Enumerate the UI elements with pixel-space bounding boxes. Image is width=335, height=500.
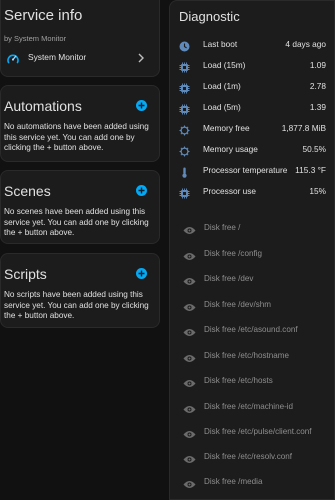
sensor-row-memory-usage[interactable]: Memory usage 50.5%: [170, 140, 334, 160]
add-scene-button[interactable]: [136, 185, 147, 196]
scripts-title: Scripts: [4, 266, 47, 282]
cpu-icon: [179, 102, 190, 115]
sensor-name: Processor use: [203, 186, 257, 196]
sensor-row-load-15m[interactable]: Load (15m) 1.09: [170, 56, 334, 76]
disabled-entity-row[interactable]: Disk free /config: [170, 244, 334, 264]
memory-icon: [179, 144, 190, 157]
sensor-name: Load (1m): [203, 81, 241, 91]
thermometer-icon: [179, 165, 190, 178]
diagnostic-card: Diagnostic Last boot 4 days ago Load (15…: [169, 0, 335, 500]
eye-icon: [183, 401, 196, 419]
eye-icon: [183, 222, 196, 240]
eye-icon: [183, 350, 196, 368]
disabled-entity-name: Disk free /dev/shm: [204, 300, 272, 309]
disabled-entity-row[interactable]: Disk free /etc/hosts: [170, 371, 334, 391]
eye-icon: [183, 273, 196, 291]
clock-icon: [179, 39, 190, 52]
sensor-name: Memory usage: [203, 144, 258, 154]
disabled-entity-row[interactable]: Disk free /dev/shm: [170, 295, 334, 315]
disabled-entity-row[interactable]: Disk free /etc/pulse/client.conf: [170, 422, 334, 442]
disabled-entity-row[interactable]: Disk free /etc/machine-id: [170, 397, 334, 417]
system-monitor-logo-icon: [6, 52, 20, 71]
sensor-name: Load (15m): [203, 60, 246, 70]
disabled-entity-name: Disk free /etc/hostname: [204, 351, 290, 360]
disabled-entity-row[interactable]: Disk free /etc/resolv.conf: [170, 447, 334, 467]
system-monitor-link-label: System Monitor: [28, 52, 87, 62]
sensor-value: 1,877.8 MiB: [281, 123, 326, 133]
disabled-entity-name: Disk free /etc/asound.conf: [204, 325, 298, 334]
diagnostic-title: Diagnostic: [179, 9, 240, 24]
sensor-name: Memory free: [203, 123, 250, 133]
sensor-value: 15%: [309, 186, 326, 196]
scenes-title: Scenes: [4, 183, 51, 199]
disabled-entity-name: Disk free /etc/machine-id: [204, 402, 294, 411]
system-monitor-link[interactable]: System Monitor: [1, 49, 159, 71]
sensor-row-memory-free[interactable]: Memory free 1,877.8 MiB: [170, 119, 334, 139]
sensor-value: 1.09: [309, 60, 326, 70]
eye-icon: [183, 426, 196, 444]
cpu-icon: [179, 186, 190, 199]
sensor-row-load-5m[interactable]: Load (5m) 1.39: [170, 98, 334, 118]
automations-empty-text: No automations have been added using thi…: [4, 122, 149, 153]
disabled-entity-name: Disk free /config: [204, 249, 263, 258]
eye-icon: [183, 476, 196, 494]
cpu-icon: [179, 81, 190, 94]
disabled-entity-row[interactable]: Disk free /etc/hostname: [170, 346, 334, 366]
disabled-entity-row[interactable]: Disk free /etc/asound.conf: [170, 320, 334, 340]
service-info-byline: by System Monitor: [4, 34, 67, 43]
eye-icon: [183, 324, 196, 342]
scripts-empty-text: No scripts have been added using this se…: [4, 290, 149, 321]
disabled-entity-row[interactable]: Disk free /: [170, 218, 334, 238]
sensor-name: Load (5m): [203, 102, 241, 112]
add-script-button[interactable]: [136, 268, 147, 279]
scenes-empty-text: No scenes have been added using this ser…: [4, 207, 149, 238]
sensor-row-load-1m[interactable]: Load (1m) 2.78: [170, 77, 334, 97]
plus-icon: [138, 102, 145, 109]
scripts-card: Scripts No scripts have been added using…: [0, 253, 160, 328]
disabled-entity-name: Disk free /etc/resolv.conf: [204, 452, 293, 461]
sensor-value: 115.3 °F: [295, 165, 326, 175]
service-info-title: Service info: [4, 7, 83, 24]
left-column: Service info by System Monitor System Mo…: [0, 0, 161, 500]
sensor-name: Processor temperature: [203, 165, 288, 175]
sensor-value: 4 days ago: [285, 39, 326, 49]
disabled-entity-name: Disk free /etc/hosts: [204, 376, 273, 385]
sensor-row-processor-use[interactable]: Processor use 15%: [170, 182, 334, 202]
scenes-card: Scenes No scenes have been added using t…: [0, 170, 160, 244]
eye-icon: [183, 375, 196, 393]
service-info-card: Service info by System Monitor System Mo…: [0, 0, 160, 77]
disabled-entity-name: Disk free /: [204, 223, 241, 232]
disabled-entity-row[interactable]: Disk free /dev: [170, 269, 334, 289]
disabled-entity-name: Disk free /dev: [204, 274, 254, 283]
disabled-entity-row[interactable]: Disk free /media: [170, 472, 334, 492]
disabled-entity-name: Disk free /etc/pulse/client.conf: [204, 427, 312, 436]
sensor-value: 50.5%: [302, 144, 326, 154]
automations-card: Automations No automations have been add…: [0, 85, 160, 162]
sensor-value: 2.78: [309, 81, 326, 91]
cpu-icon: [179, 60, 190, 73]
sensor-row-processor-temperature[interactable]: Processor temperature 115.3 °F: [170, 161, 334, 181]
sensor-name: Last boot: [203, 39, 238, 49]
plus-icon: [138, 187, 145, 194]
plus-icon: [138, 270, 145, 277]
sensor-row-last-boot[interactable]: Last boot 4 days ago: [170, 35, 334, 55]
eye-icon: [183, 248, 196, 266]
automations-title: Automations: [4, 98, 82, 114]
sensor-value: 1.39: [309, 102, 326, 112]
eye-icon: [183, 451, 196, 469]
add-automation-button[interactable]: [136, 100, 147, 111]
memory-icon: [179, 123, 190, 136]
disabled-entity-name: Disk free /media: [204, 477, 263, 486]
chevron-right-icon: [136, 51, 146, 69]
eye-icon: [183, 299, 196, 317]
